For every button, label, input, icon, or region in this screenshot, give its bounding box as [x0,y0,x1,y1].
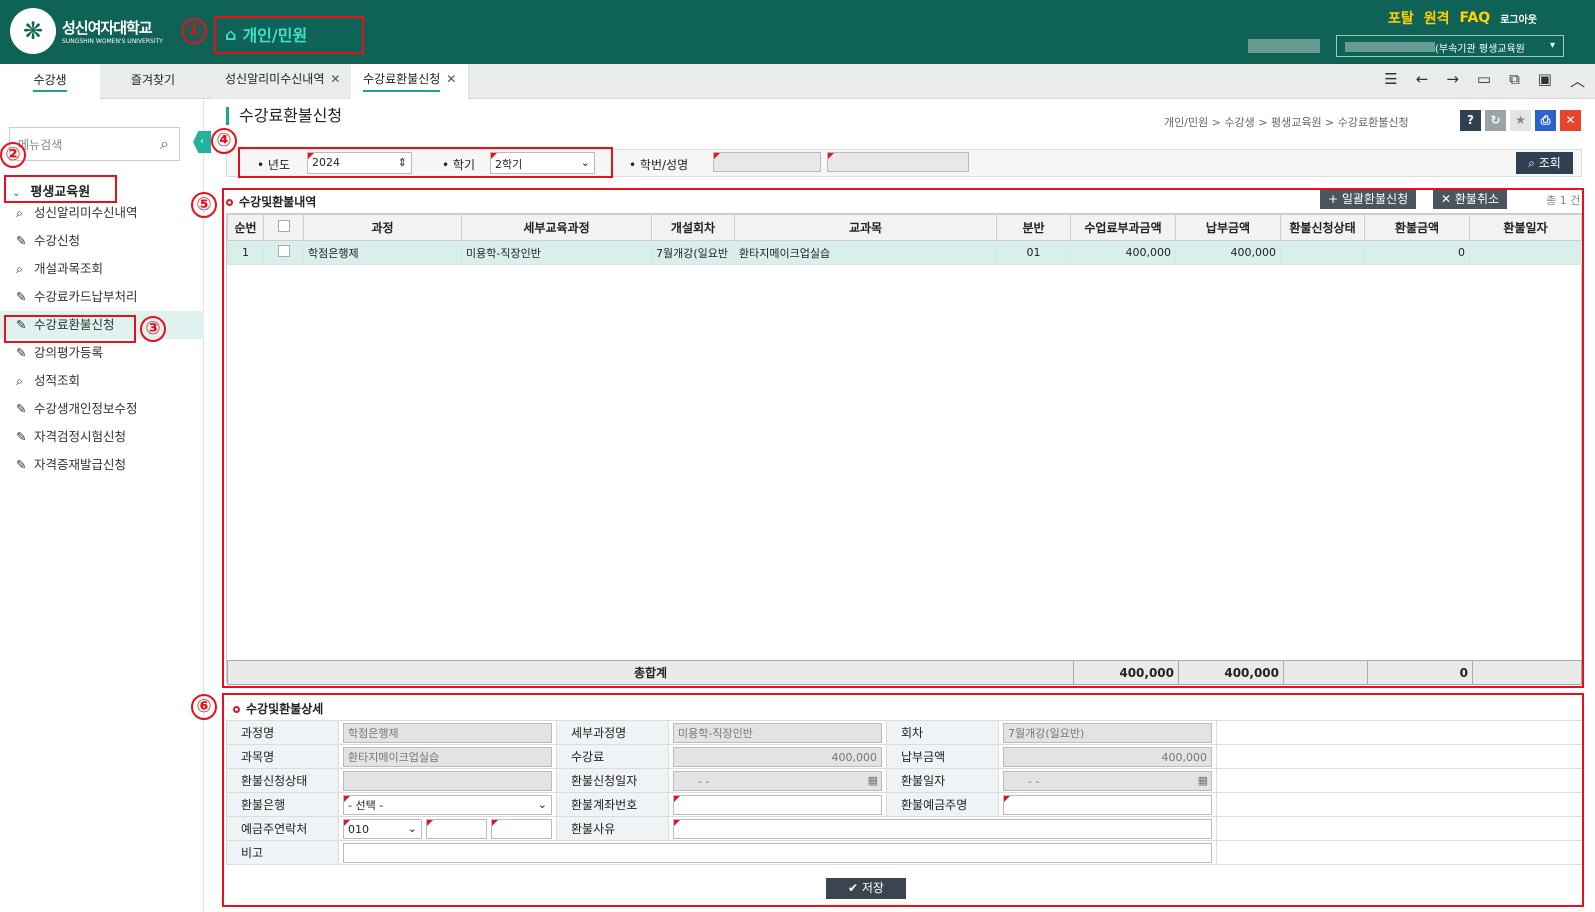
sidebar-item[interactable]: ✎ 수강생개인정보수정 [0,395,204,423]
org-redacted [1345,42,1435,52]
edit-icon: ✎ [16,429,27,444]
close-icon[interactable]: ✕ [1560,110,1581,131]
annotation-badge-4: ④ [211,128,237,154]
breadcrumb: 개인/민원 > 수강생 > 평생교육원 > 수강료환불신청 [1164,116,1409,129]
help-icon[interactable]: ? [1460,110,1481,131]
tab-students[interactable]: 수강생 [0,64,100,99]
sidebar-item[interactable]: ⌕ 성적조회 [0,367,204,395]
student-label: • 학번/성명 [629,158,689,172]
window-icon[interactable]: ▭ [1477,70,1491,91]
sidebar-item[interactable]: ✎ 자격증재발급신청 [0,451,204,479]
edit-icon: ✎ [16,233,27,248]
user-name-redacted [1248,39,1320,53]
annotation-box-6 [222,693,1584,907]
organization-select[interactable]: (부속기관 평생교육원 ▾ [1336,35,1564,57]
university-logo[interactable]: ❋ 성신여자대학교 SUNGSHIN WOMEN'S UNIVERSITY [10,8,163,54]
close-icon[interactable]: ✕ [330,72,340,86]
sidebar-item[interactable]: ✎ 강의평가등록 [0,339,204,367]
sidebar-item[interactable]: ✎ 수강료카드납부처리 [0,283,204,311]
annotation-badge-2: ② [0,142,26,168]
close-icon[interactable]: ✕ [446,72,456,86]
chevron-up-icon[interactable]: ︿ [1570,70,1585,91]
menu-search-input[interactable]: 메뉴검색 ⌕ [9,127,180,161]
logout-link[interactable]: 로그아웃 [1500,11,1537,26]
university-emblem-icon: ❋ [10,8,56,54]
university-name: 성신여자대학교 [62,19,153,37]
annotation-badge-6: ⑥ [191,694,217,720]
search-icon[interactable]: ⌕ [160,134,169,154]
annotation-box-3 [4,315,136,343]
page-title: 수강료환불신청 [226,107,342,125]
search-icon: ⌕ [16,373,24,388]
search-button[interactable]: ⌕ 조회 [1516,152,1573,174]
doc-tab-notice[interactable]: 성신알리미수신내역 ✕ [213,64,354,99]
arrow-left-icon[interactable]: ← [1416,70,1429,91]
refresh-icon[interactable]: ↻ [1485,110,1506,131]
sidebar-item[interactable]: ✎ 자격검정시험신청 [0,423,204,451]
search-icon: ⌕ [16,205,24,220]
annotation-box-2 [4,175,117,203]
edit-icon: ✎ [16,289,27,304]
star-icon[interactable]: ★ [1510,110,1531,131]
tab-favorites[interactable]: 즐겨찾기 [103,64,203,99]
annotation-badge-5: ⑤ [191,192,217,218]
annotation-badge-3: ③ [140,316,166,342]
student-name-input[interactable] [827,152,969,172]
sidebar-item[interactable]: ✎ 수강신청 [0,227,204,255]
student-id-input[interactable] [713,152,821,172]
menu-icon[interactable]: ☰ [1384,70,1397,91]
portal-link[interactable]: 포탈 [1388,8,1414,28]
new-window-icon[interactable]: ▣ [1538,70,1552,91]
edit-icon: ✎ [16,401,27,416]
annotation-box-4 [238,147,613,178]
doc-tab-refund[interactable]: 수강료환불신청 ✕ [351,64,470,99]
annotation-box-1 [214,16,364,54]
edit-icon: ✎ [16,457,27,472]
faq-link[interactable]: FAQ [1459,10,1490,26]
university-name-en: SUNGSHIN WOMEN'S UNIVERSITY [62,38,163,45]
chevron-down-icon: ▾ [1549,40,1555,51]
annotation-box-5 [222,188,1584,688]
search-icon: ⌕ [16,261,24,276]
print-icon[interactable]: ⎙ [1535,110,1556,131]
annotation-badge-1: ① [181,18,207,44]
sidebar-item[interactable]: ⌕ 성신알리미수신내역 [0,199,204,227]
sidebar-item[interactable]: ⌕ 개설과목조회 [0,255,204,283]
search-icon: ⌕ [1528,156,1539,170]
tab-bar: 수강생 즐겨찾기 성신알리미수신내역 ✕ 수강료환불신청 ✕ ☰ ← → ▭ ⧉ ▣… [0,64,1595,99]
remote-link[interactable]: 원격 [1424,8,1450,28]
windows-icon[interactable]: ⧉ [1509,70,1520,91]
arrow-right-icon[interactable]: → [1446,70,1459,91]
edit-icon: ✎ [16,345,27,360]
sidebar: 메뉴검색 ⌕ ⌄ 평생교육원 ⌕ 성신알리미수신내역 ✎ 수강신청 ⌕ 개설과목조회 ✎ 수… [0,99,204,912]
